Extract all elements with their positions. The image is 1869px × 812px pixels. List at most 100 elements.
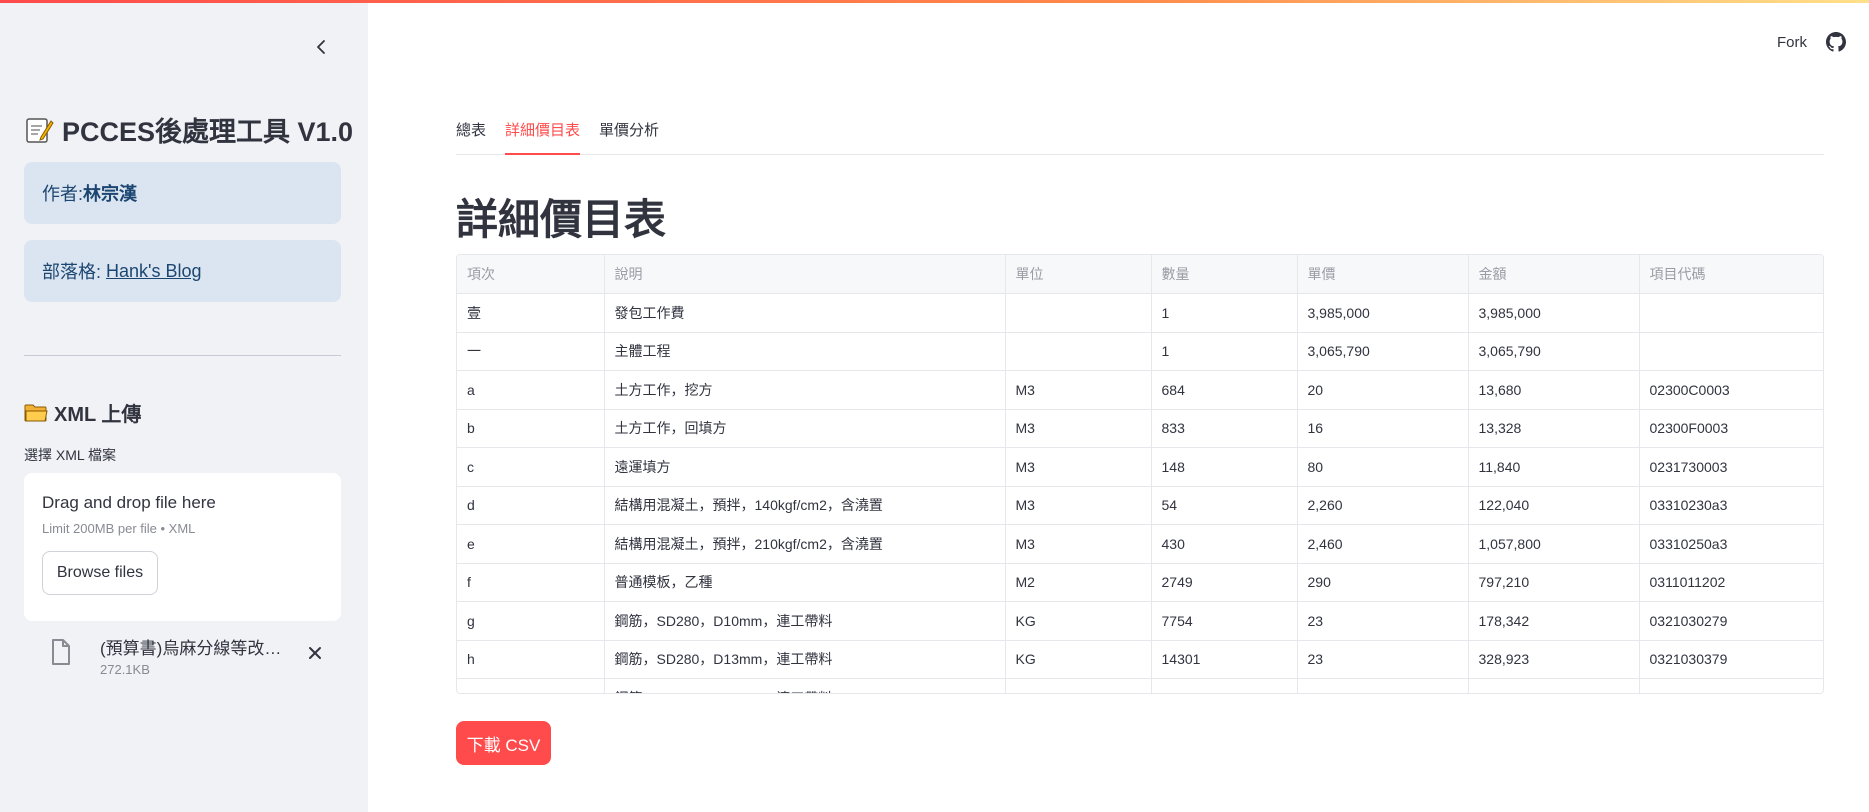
github-icon[interactable] [1826, 32, 1846, 52]
column-header-description[interactable]: 說明 [604, 255, 1006, 294]
table-cell[interactable]: 430 [1151, 524, 1298, 564]
table-cell[interactable]: 02300C0003 [1639, 370, 1823, 410]
table-cell[interactable]: 遠運填方 [604, 447, 1006, 487]
column-header-unit-price[interactable]: 單價 [1297, 255, 1469, 294]
table-cell[interactable]: 290 [1297, 563, 1469, 602]
table-cell[interactable]: 148 [1151, 447, 1298, 487]
table-cell[interactable] [1639, 332, 1823, 371]
table-cell[interactable]: 54 [1151, 486, 1298, 525]
table-cell[interactable]: 16 [1297, 409, 1469, 448]
table-cell[interactable]: 2,460 [1297, 524, 1469, 564]
fork-link[interactable]: Fork [1777, 34, 1807, 51]
table-cell[interactable]: 797,210 [1468, 563, 1640, 602]
table-cell[interactable]: 結構用混凝土，預拌，140kgf/cm2，含澆置 [604, 486, 1006, 525]
table-cell[interactable]: 鋼筋，SD280，D10mm，連工帶料 [604, 601, 1006, 641]
table-cell[interactable]: 833 [1151, 409, 1298, 448]
table-cell[interactable]: 0231730003 [1639, 447, 1823, 487]
table-cell[interactable]: 1,057,800 [1468, 524, 1640, 564]
table-cell[interactable]: 122,040 [1468, 486, 1640, 525]
table-cell[interactable]: f [457, 563, 605, 602]
table-cell[interactable] [1639, 678, 1823, 693]
column-header-amount[interactable]: 金額 [1468, 255, 1640, 294]
table-cell[interactable]: 一 [457, 332, 605, 371]
browse-files-button[interactable]: Browse files [42, 551, 158, 595]
table-cell[interactable]: 2,260 [1297, 486, 1469, 525]
file-dropzone[interactable]: Drag and drop file here Limit 200MB per … [24, 473, 341, 621]
table-cell[interactable]: 發包工作費 [604, 293, 1006, 333]
table-cell[interactable]: 2749 [1151, 563, 1298, 602]
table-cell[interactable]: 普通模板，乙種 [604, 563, 1006, 602]
table-cell[interactable]: KG [1005, 640, 1152, 679]
table-cell[interactable]: 80 [1297, 447, 1469, 487]
table-cell[interactable] [1005, 678, 1152, 693]
author-name: 林宗漢 [83, 184, 138, 204]
table-cell[interactable] [1468, 678, 1640, 693]
table-cell[interactable]: 鋼筋，SD280，D13mm，連工帶料 [604, 640, 1006, 679]
table-cell[interactable]: 鋼筋，SD280，D16mm，連工帶料 [604, 678, 1006, 693]
table-cell[interactable]: 20 [1297, 370, 1469, 410]
table-cell[interactable]: 1 [1151, 332, 1298, 371]
tab-summary[interactable]: 總表 [456, 119, 486, 155]
table-cell[interactable]: 14301 [1151, 640, 1298, 679]
table-cell[interactable]: M3 [1005, 447, 1152, 487]
table-cell[interactable]: 3,065,790 [1468, 332, 1640, 371]
collapse-sidebar-button[interactable] [308, 34, 334, 60]
table-cell[interactable]: c [457, 447, 605, 487]
column-header-item-code[interactable]: 項目代碼 [1639, 255, 1823, 294]
sidebar-divider [24, 355, 341, 356]
price-table[interactable]: 項次 說明 單位 數量 單價 金額 項目代碼 壹發包工作費 1 3,985,000 3… [456, 254, 1824, 694]
table-cell[interactable]: 7754 [1151, 601, 1298, 641]
table-cell[interactable]: 土方工作，挖方 [604, 370, 1006, 410]
table-cell[interactable]: 土方工作，回填方 [604, 409, 1006, 448]
table-cell[interactable]: 13,680 [1468, 370, 1640, 410]
table-cell[interactable] [1639, 293, 1823, 333]
table-cell[interactable] [1005, 293, 1152, 333]
table-cell[interactable]: 0321030279 [1639, 601, 1823, 641]
table-cell[interactable]: 3,985,000 [1468, 293, 1640, 333]
table-cell[interactable]: e [457, 524, 605, 564]
table-cell[interactable]: 03310230a3 [1639, 486, 1823, 525]
table-cell[interactable]: M3 [1005, 486, 1152, 525]
table-cell[interactable]: 主體工程 [604, 332, 1006, 371]
table-cell[interactable]: M3 [1005, 524, 1152, 564]
remove-file-button[interactable] [304, 642, 326, 664]
table-cell[interactable]: 13,328 [1468, 409, 1640, 448]
table-cell[interactable]: 02300F0003 [1639, 409, 1823, 448]
table-cell[interactable]: 結構用混凝土，預拌，210kgf/cm2，含澆置 [604, 524, 1006, 564]
table-cell[interactable]: 3,985,000 [1297, 293, 1469, 333]
table-cell[interactable]: 1 [1151, 293, 1298, 333]
memo-icon [26, 117, 54, 143]
table-cell[interactable]: 684 [1151, 370, 1298, 410]
table-cell[interactable]: 23 [1297, 601, 1469, 641]
table-cell[interactable]: a [457, 370, 605, 410]
blog-link[interactable]: Hank's Blog [106, 261, 201, 282]
table-cell[interactable] [1151, 678, 1298, 693]
table-cell[interactable] [1005, 332, 1152, 371]
column-header-item-no[interactable]: 項次 [457, 255, 605, 294]
table-cell[interactable]: i [457, 678, 605, 693]
table-cell[interactable]: 178,342 [1468, 601, 1640, 641]
table-cell[interactable]: b [457, 409, 605, 448]
table-cell[interactable]: 03310250a3 [1639, 524, 1823, 564]
table-cell[interactable]: 23 [1297, 640, 1469, 679]
tab-detailed-price-list[interactable]: 詳細價目表 [505, 119, 581, 155]
table-cell[interactable]: g [457, 601, 605, 641]
table-cell[interactable] [1297, 678, 1469, 693]
download-csv-button[interactable]: 下載 CSV [456, 721, 551, 765]
table-cell[interactable]: 3,065,790 [1297, 332, 1469, 371]
table-cell[interactable]: 壹 [457, 293, 605, 333]
column-header-quantity[interactable]: 數量 [1151, 255, 1298, 294]
table-cell[interactable]: M3 [1005, 409, 1152, 448]
table-cell[interactable]: h [457, 640, 605, 679]
tab-unit-price-analysis[interactable]: 單價分析 [599, 119, 659, 155]
table-cell[interactable]: 11,840 [1468, 447, 1640, 487]
table-cell[interactable]: M2 [1005, 563, 1152, 602]
table-cell[interactable]: d [457, 486, 605, 525]
table-row: c 遠運填方 M3 148 80 11,840 0231730003 [457, 447, 1823, 487]
table-cell[interactable]: KG [1005, 601, 1152, 641]
table-cell[interactable]: 0311011202 [1639, 563, 1823, 602]
table-cell[interactable]: 328,923 [1468, 640, 1640, 679]
table-cell[interactable]: 0321030379 [1639, 640, 1823, 679]
column-header-unit[interactable]: 單位 [1005, 255, 1152, 294]
table-cell[interactable]: M3 [1005, 370, 1152, 410]
